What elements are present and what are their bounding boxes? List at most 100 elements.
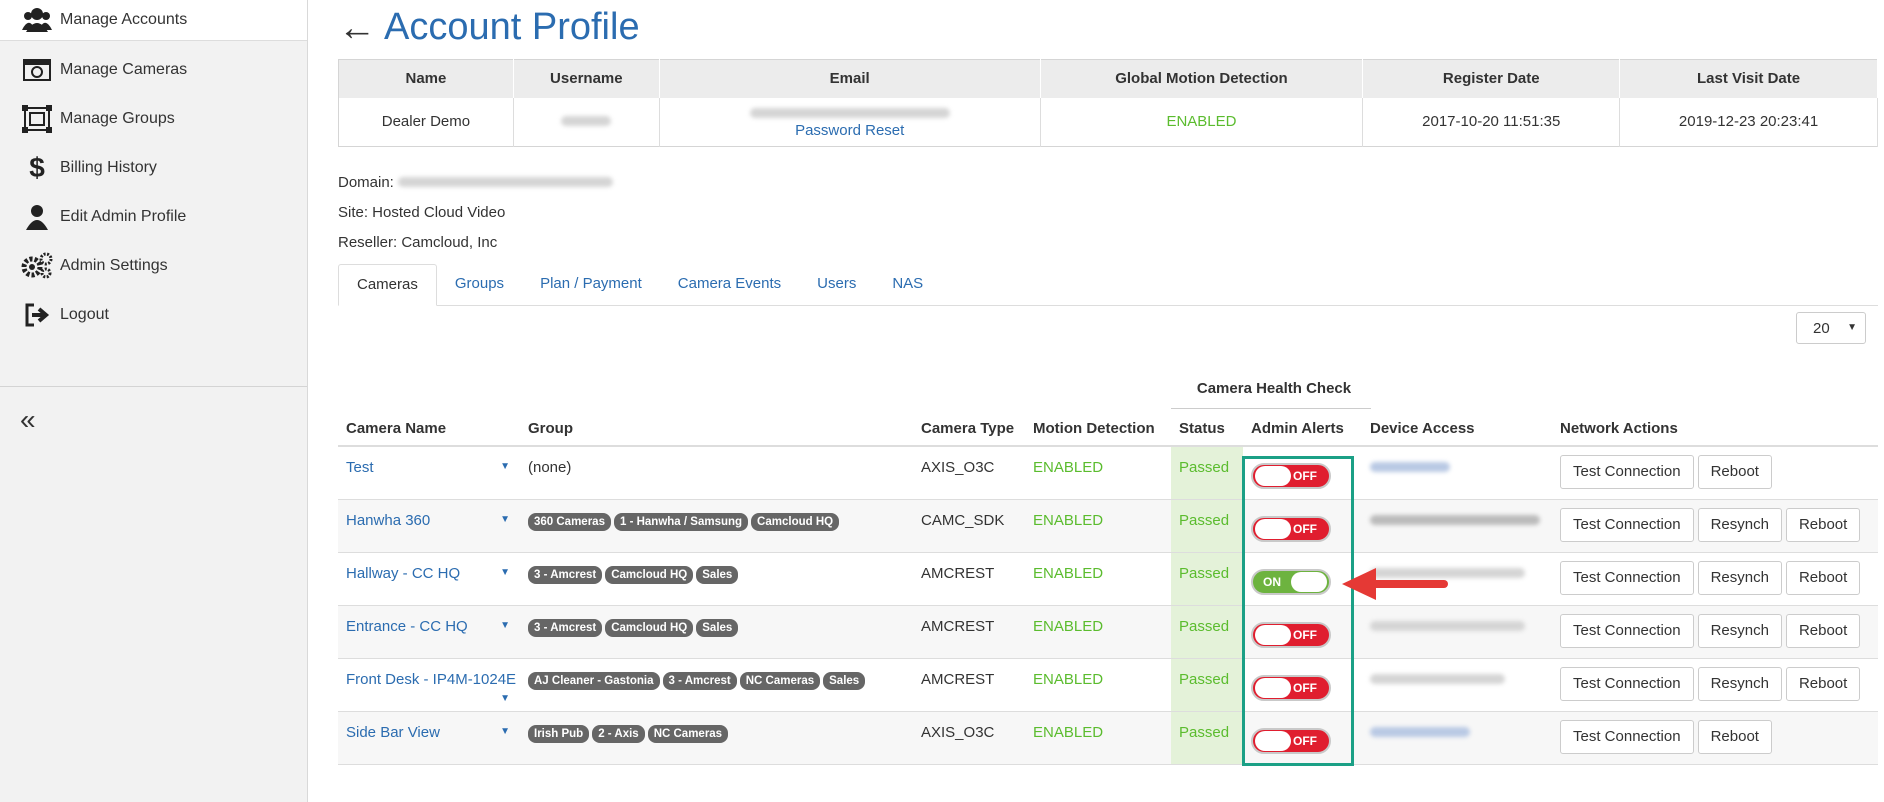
toggle-knob (1291, 571, 1327, 592)
sidebar-item-label: Manage Groups (60, 110, 175, 127)
reboot-button[interactable]: Reboot (1785, 507, 1861, 542)
camera-name-link[interactable]: Hanwha 360 (346, 512, 430, 529)
group-pill: Sales (823, 671, 866, 690)
reboot-button[interactable]: Reboot (1785, 560, 1861, 595)
health-status: Passed (1171, 605, 1243, 659)
sidebar-item-manage-groups[interactable]: Manage Groups (0, 99, 307, 139)
network-actions: Test Connection Resynch Reboot (1552, 605, 1878, 659)
reboot-button[interactable]: Reboot (1697, 455, 1772, 489)
chevron-down-icon[interactable]: ▼ (500, 514, 510, 525)
group-pill: 1 - Hanwha / Samsung (613, 512, 749, 531)
camera-name-cell: Side Bar View ▼ (338, 711, 520, 765)
test-connection-button[interactable]: Test Connection (1560, 719, 1694, 754)
resynch-button[interactable]: Resynch (1697, 613, 1782, 648)
test-connection-button[interactable]: Test Connection (1560, 666, 1694, 701)
network-actions: Test Connection Reboot (1552, 711, 1878, 765)
column-header: Status (1171, 412, 1243, 447)
toggle-knob (1255, 677, 1291, 698)
logout-icon (20, 300, 54, 330)
group-pill: NC Cameras (739, 671, 821, 690)
admin-alert-toggle[interactable]: OFF (1251, 463, 1331, 489)
toggle-label: OFF (1293, 627, 1317, 642)
column-header: Camera Type (913, 412, 1025, 447)
reboot-button[interactable]: Reboot (1785, 613, 1861, 648)
chevron-down-icon[interactable]: ▼ (500, 567, 510, 578)
redacted-device-access (1370, 620, 1525, 631)
password-reset-link[interactable]: Password Reset (660, 122, 1040, 139)
column-header: Username (513, 59, 660, 98)
tab-nas[interactable]: NAS (874, 264, 941, 306)
table-row: Test ▼ (none) AXIS_O3C ENABLED Passed OFF… (338, 446, 1878, 500)
camera-name-link[interactable]: Hallway - CC HQ (346, 565, 460, 582)
admin-alert-cell: OFF (1243, 446, 1362, 500)
camera-type: AMCREST (913, 605, 1025, 659)
chevron-down-icon[interactable]: ▼ (500, 693, 510, 704)
resynch-button[interactable]: Resynch (1697, 666, 1782, 701)
test-connection-button[interactable]: Test Connection (1560, 507, 1694, 542)
sidebar-item-manage-cameras[interactable]: Manage Cameras (0, 50, 307, 90)
sidebar-item-manage-accounts[interactable]: Manage Accounts (0, 0, 307, 41)
admin-alert-toggle[interactable]: OFF (1251, 621, 1331, 648)
tab-groups[interactable]: Groups (437, 264, 522, 306)
toggle-knob (1255, 624, 1291, 645)
account-name: Dealer Demo (338, 97, 514, 147)
table-row: Hanwha 360 ▼ 360 Cameras 1 - Hanwha / Sams… (338, 499, 1878, 553)
motion-detection: ENABLED (1025, 499, 1171, 553)
camera-name-link[interactable]: Entrance - CC HQ (346, 618, 468, 635)
page-title: Account Profile (384, 6, 640, 48)
table-row: Front Desk - IP4M-1024E ▼ AJ Cleaner - Ga… (338, 658, 1878, 712)
tab-users[interactable]: Users (799, 264, 874, 306)
admin-alert-toggle[interactable]: ON (1251, 568, 1331, 595)
title-row: ← Account Profile (338, 6, 640, 49)
test-connection-button[interactable]: Test Connection (1560, 560, 1694, 595)
tab-plan-payment[interactable]: Plan / Payment (522, 264, 660, 306)
admin-alert-toggle[interactable]: OFF (1251, 515, 1331, 542)
group-pill: 3 - Amcrest (662, 671, 737, 690)
motion-detection: ENABLED (1025, 605, 1171, 659)
test-connection-button[interactable]: Test Connection (1560, 455, 1694, 489)
column-header: Name (338, 59, 514, 98)
chevron-down-icon[interactable]: ▼ (500, 461, 510, 472)
admin-alert-toggle[interactable]: OFF (1251, 727, 1331, 754)
column-header: Email (659, 59, 1041, 98)
group-cell: (none) (520, 446, 913, 500)
groups-icon (20, 104, 54, 134)
sidebar-divider (0, 386, 307, 387)
reboot-button[interactable]: Reboot (1697, 719, 1772, 754)
camera-name-link[interactable]: Test (346, 459, 374, 476)
health-status: Passed (1171, 446, 1243, 500)
group-pill: Irish Pub (528, 724, 590, 743)
health-check-underline (1171, 408, 1371, 409)
sidebar-item-billing-history[interactable]: $ Billing History (0, 148, 307, 188)
collapse-sidebar-button[interactable]: « (20, 404, 36, 436)
tab-cameras[interactable]: Cameras (338, 264, 437, 306)
red-arrow-annotation (1342, 568, 1448, 600)
camera-name-link[interactable]: Side Bar View (346, 724, 440, 741)
admin-alert-cell: OFF (1243, 711, 1362, 765)
camera-name-link[interactable]: Front Desk - IP4M-1024E (346, 671, 516, 688)
sidebar-item-label: Manage Cameras (60, 61, 188, 78)
resynch-button[interactable]: Resynch (1697, 507, 1782, 542)
back-arrow-icon[interactable]: ← (338, 9, 376, 47)
table-row: Side Bar View ▼ Irish Pub 2 - Axis NC Camer… (338, 711, 1878, 765)
global-motion-status: ENABLED (1040, 97, 1364, 147)
chevron-down-icon[interactable]: ▼ (500, 726, 510, 737)
sidebar-item-edit-admin-profile[interactable]: Edit Admin Profile (0, 197, 307, 237)
reboot-button[interactable]: Reboot (1785, 666, 1861, 701)
chevron-down-icon[interactable]: ▼ (500, 620, 510, 631)
group-pill: Camcloud HQ (751, 512, 840, 531)
tab-camera-events[interactable]: Camera Events (660, 264, 799, 306)
page-size-select[interactable]: 20 ▼ (1796, 312, 1866, 344)
group-pill: Camcloud HQ (605, 565, 694, 584)
redacted-device-access (1370, 726, 1470, 737)
health-status: Passed (1171, 552, 1243, 606)
sidebar-item-logout[interactable]: Logout (0, 295, 307, 335)
cameras-header-row: Camera Name Group Camera Type Motion Det… (338, 412, 1878, 447)
column-header: Global Motion Detection (1040, 59, 1364, 98)
test-connection-button[interactable]: Test Connection (1560, 613, 1694, 648)
main-content: ← Account Profile Name Username Email Gl… (338, 0, 1878, 802)
dollar-icon: $ (29, 152, 45, 183)
resynch-button[interactable]: Resynch (1697, 560, 1782, 595)
sidebar-item-admin-settings[interactable]: Admin Settings (0, 246, 307, 286)
admin-alert-toggle[interactable]: OFF (1251, 674, 1331, 701)
